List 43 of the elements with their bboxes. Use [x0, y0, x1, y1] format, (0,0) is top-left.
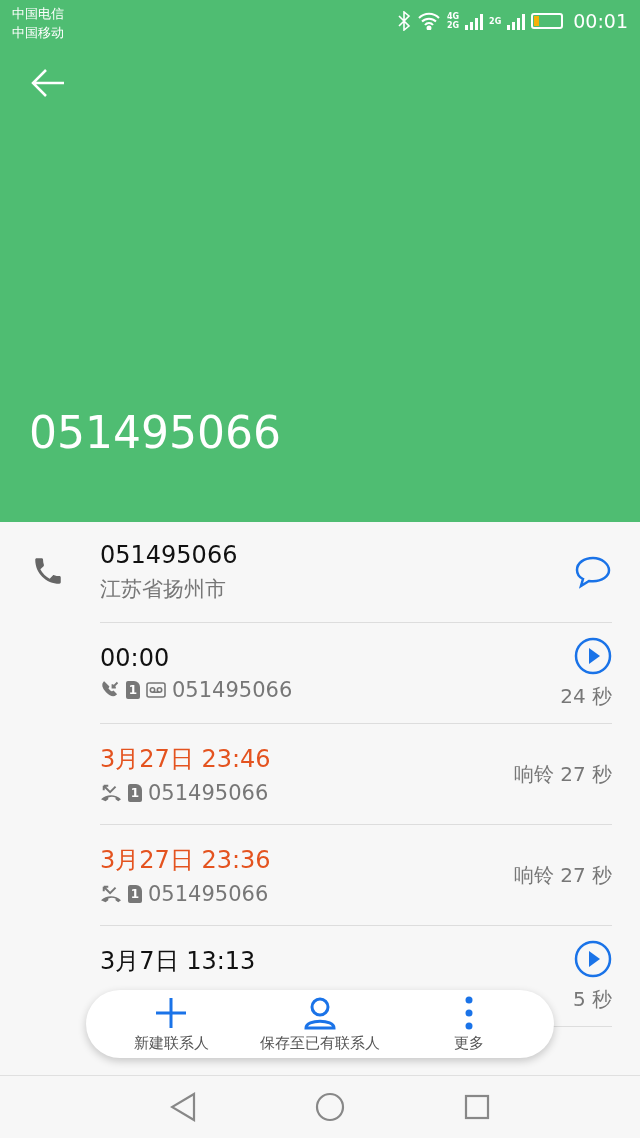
action-button[interactable]: 新建联系人	[106, 990, 237, 1058]
person-icon	[303, 996, 337, 1030]
clock-time: 00:01	[573, 10, 628, 32]
signal-icon	[507, 12, 526, 30]
more-icon	[463, 996, 474, 1030]
call-duration: 24 秒	[560, 682, 612, 710]
play-button[interactable]	[574, 636, 612, 675]
call-number: 051495066	[148, 882, 269, 906]
sim-card-icon: 1	[126, 681, 140, 699]
call-duration: 5 秒	[572, 985, 612, 1013]
phone-number-title: 051495066	[28, 407, 282, 460]
battery-icon	[531, 13, 564, 29]
network-label: 2G	[446, 21, 460, 30]
action-button[interactable]: 更多	[403, 990, 534, 1058]
triangle-icon	[169, 1092, 196, 1122]
contact-number: 051495066	[100, 541, 239, 569]
missed-call-icon	[100, 783, 122, 803]
back-arrow-icon[interactable]	[30, 68, 66, 98]
call-number: 051495066	[172, 678, 293, 702]
signal-icon	[465, 12, 484, 30]
call-time: 00:00	[100, 643, 171, 672]
circle-icon	[315, 1092, 345, 1122]
missed-call-icon	[100, 884, 122, 904]
call-duration: 响铃 27 秒	[513, 861, 612, 889]
call-duration: 响铃 27 秒	[513, 760, 612, 788]
call-number: 051495066	[148, 781, 269, 805]
sim-card-icon: 1	[128, 885, 142, 903]
wifi-icon	[416, 12, 441, 30]
network-label: 4G	[446, 12, 460, 21]
carrier-name: 中国电信	[12, 5, 64, 23]
action-button[interactable]: 保存至已有联系人	[236, 990, 404, 1058]
call-time: 3月7日 13:13	[100, 945, 257, 977]
play-button[interactable]	[574, 939, 612, 978]
location-text: 江苏省扬州市	[100, 576, 226, 603]
message-button[interactable]	[574, 555, 612, 589]
call-time: 3月27日 23:36	[100, 844, 272, 876]
square-icon	[464, 1094, 491, 1120]
call-time: 3月27日 23:46	[100, 743, 272, 775]
sim-card-icon: 1	[128, 784, 142, 802]
plus-icon	[154, 996, 189, 1030]
bluetooth-icon	[396, 11, 411, 31]
carrier-name: 中国移动	[12, 24, 64, 42]
network-label: 2G	[489, 16, 502, 26]
